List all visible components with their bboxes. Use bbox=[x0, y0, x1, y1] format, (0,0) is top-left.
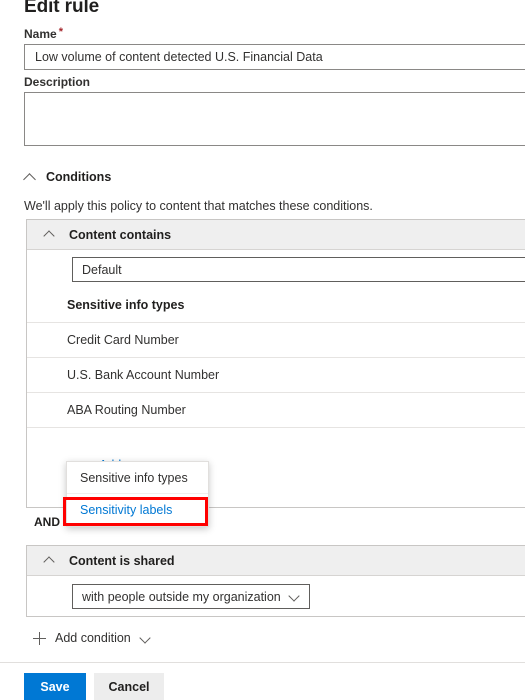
table-header-sensitive-info-types: Sensitive info types bbox=[27, 288, 525, 323]
required-asterisk-icon: * bbox=[58, 26, 63, 38]
table-row[interactable]: ABA Routing Number bbox=[27, 393, 525, 428]
save-button[interactable]: Save bbox=[24, 673, 86, 700]
shared-scope-select[interactable]: with people outside my organization bbox=[72, 584, 310, 609]
sensitive-info-types-table: Sensitive info types Credit Card Number … bbox=[27, 288, 525, 474]
condition-group-content-is-shared: Content is shared with people outside my… bbox=[26, 545, 525, 617]
page-title: Edit rule bbox=[24, 0, 100, 17]
name-label: Name * bbox=[24, 26, 63, 42]
conditions-section-title: Conditions bbox=[46, 170, 112, 184]
conditions-section-header[interactable]: Conditions bbox=[24, 170, 111, 184]
description-label: Description bbox=[24, 75, 91, 89]
chevron-up-icon bbox=[24, 171, 37, 184]
chevron-down-icon bbox=[140, 633, 151, 644]
table-row[interactable]: U.S. Bank Account Number bbox=[27, 358, 525, 393]
content-is-shared-header[interactable]: Content is shared bbox=[27, 546, 525, 576]
add-condition-label: Add condition bbox=[55, 631, 131, 645]
chevron-up-icon bbox=[44, 228, 57, 241]
add-condition-button[interactable]: Add condition bbox=[33, 631, 151, 645]
content-contains-mode-select[interactable]: Default bbox=[72, 257, 525, 282]
menu-item-sensitive-info-types[interactable]: Sensitive info types bbox=[67, 462, 208, 494]
content-is-shared-body: with people outside my organization bbox=[27, 576, 525, 617]
name-input[interactable]: Low volume of content detected U.S. Fina… bbox=[24, 44, 525, 70]
content-contains-header[interactable]: Content contains bbox=[27, 220, 525, 250]
edit-rule-panel: Edit rule Name * Low volume of content de… bbox=[0, 0, 525, 700]
cancel-button[interactable]: Cancel bbox=[94, 673, 164, 700]
content-contains-title: Content contains bbox=[69, 227, 172, 242]
menu-item-sensitivity-labels[interactable]: Sensitivity labels bbox=[67, 494, 208, 526]
description-input[interactable] bbox=[24, 92, 525, 146]
name-input-value: Low volume of content detected U.S. Fina… bbox=[35, 50, 323, 64]
table-row[interactable]: Credit Card Number bbox=[27, 323, 525, 358]
add-dropdown-menu[interactable]: Sensitive info types Sensitivity labels bbox=[66, 461, 209, 527]
name-label-text: Name bbox=[24, 27, 57, 41]
conditions-helper-text: We'll apply this policy to content that … bbox=[24, 199, 373, 213]
content-is-shared-title: Content is shared bbox=[69, 553, 175, 568]
footer-divider bbox=[0, 662, 525, 663]
chevron-up-icon bbox=[44, 554, 57, 567]
content-contains-mode-value: Default bbox=[82, 262, 122, 277]
plus-icon bbox=[33, 631, 46, 645]
chevron-down-icon bbox=[289, 591, 300, 602]
shared-scope-value: with people outside my organization bbox=[82, 589, 281, 604]
condition-operator-and: AND bbox=[34, 515, 60, 529]
